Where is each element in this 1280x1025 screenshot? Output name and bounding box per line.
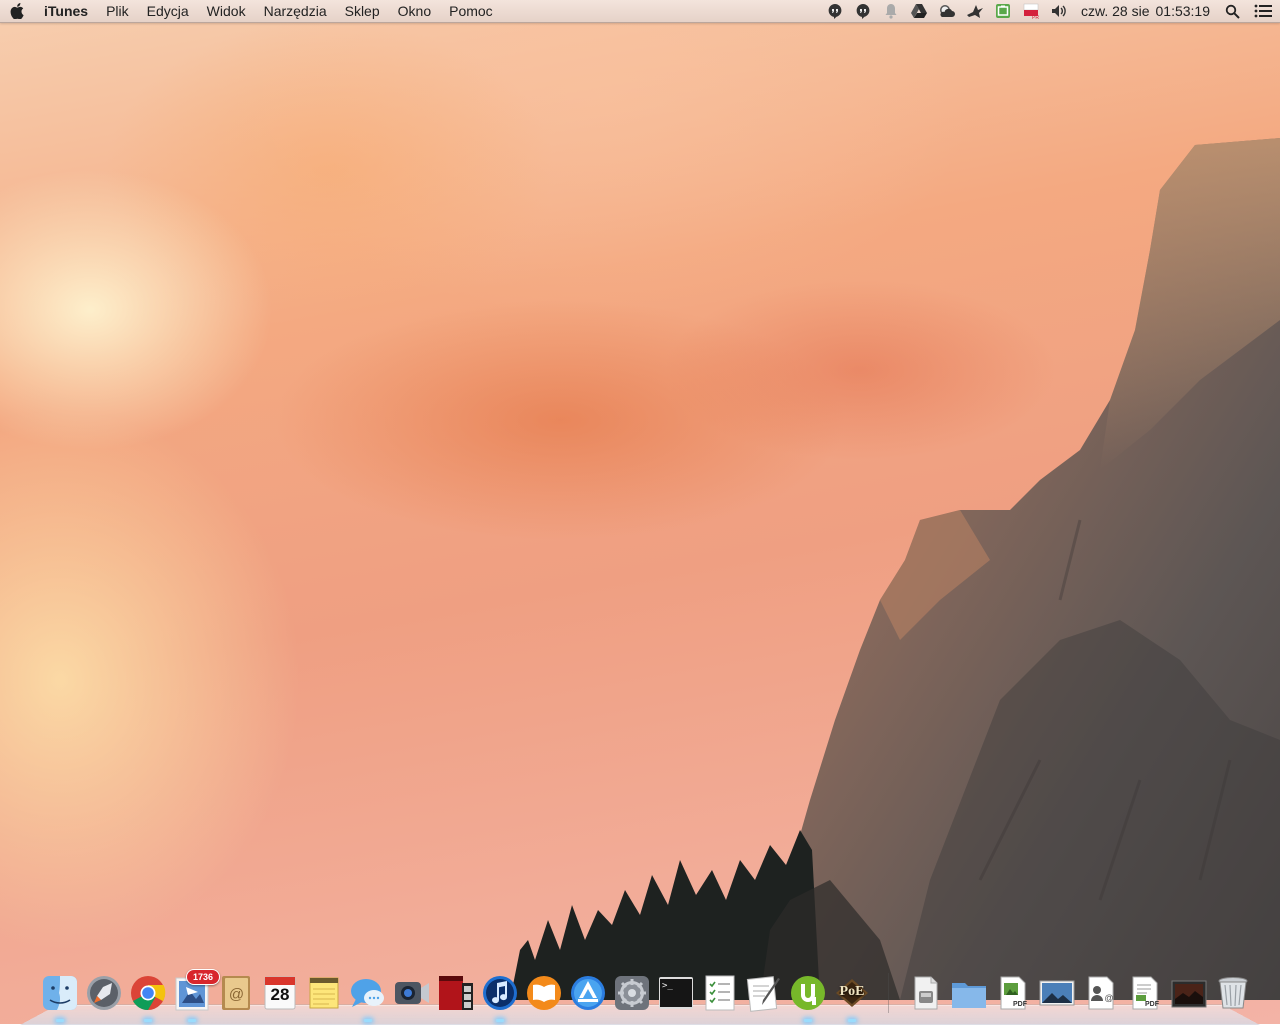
dock-photo-booth[interactable]: [436, 973, 476, 1013]
apple-menu-icon[interactable]: [0, 0, 34, 22]
dock-stack-contact-card[interactable]: @: [1081, 973, 1121, 1013]
chrome-icon: [131, 976, 166, 1010]
notification-center-list-icon[interactable]: [1246, 0, 1280, 22]
dock-finder[interactable]: [40, 973, 80, 1022]
book-icon: [527, 976, 561, 1010]
camera-icon: [395, 982, 429, 1004]
google-drive-icon[interactable]: [905, 0, 933, 22]
running-indicator: [144, 1019, 152, 1022]
running-indicator: [496, 1019, 504, 1022]
running-indicator: [56, 1019, 64, 1022]
terminal-prompt: >_: [662, 981, 673, 991]
dock-path-of-exile[interactable]: PoE: [832, 973, 872, 1022]
menu-edycja[interactable]: Edycja: [138, 0, 198, 22]
dock-reminders[interactable]: [700, 973, 740, 1013]
running-indicator: [804, 1019, 812, 1022]
running-indicator: [188, 1019, 196, 1022]
menu-extras: PRO czw. 28 sie 01:53:19: [821, 0, 1280, 22]
weather-icon[interactable]: [933, 0, 961, 22]
notes-icon: [309, 977, 339, 1009]
hangouts-icon[interactable]: [821, 0, 849, 22]
dock-stack-picture[interactable]: [1037, 973, 1077, 1013]
screenshot-icon: [1171, 980, 1207, 1008]
dock-facetime[interactable]: [392, 973, 432, 1013]
svg-text:@: @: [229, 986, 244, 1003]
dock-messages[interactable]: [348, 973, 388, 1022]
menu-bar: iTunes Plik Edycja Widok Narzędzia Sklep…: [0, 0, 1280, 23]
dock-utorrent[interactable]: [788, 973, 828, 1022]
notification-bell-icon[interactable]: [877, 0, 905, 22]
dock-stack-folder[interactable]: [949, 973, 989, 1013]
svg-text:PRO: PRO: [1032, 15, 1039, 19]
dock-textedit[interactable]: [744, 973, 784, 1013]
utorrent-icon: [791, 976, 825, 1010]
app-store-icon: [571, 976, 605, 1010]
speech-bubble-icon: [351, 979, 384, 1007]
photo-booth-icon: [439, 976, 473, 1010]
running-indicator: [364, 1019, 372, 1022]
dock-contacts[interactable]: @: [216, 973, 256, 1013]
picture-icon: [1039, 980, 1075, 1006]
battery-app-icon[interactable]: [989, 0, 1017, 22]
address-book-icon: @: [222, 976, 250, 1010]
bird-icon[interactable]: [961, 0, 989, 22]
dock-notes[interactable]: [304, 973, 344, 1013]
pdf-tag: PDF: [1013, 1001, 1027, 1008]
gear-icon: [615, 976, 649, 1010]
hangouts-icon[interactable]: [849, 0, 877, 22]
volume-icon[interactable]: [1045, 0, 1073, 22]
polish-flag-pro-icon[interactable]: PRO: [1017, 0, 1045, 22]
menu-left: iTunes Plik Edycja Widok Narzędzia Sklep…: [0, 0, 502, 22]
dock-itunes[interactable]: [480, 973, 520, 1022]
running-indicator: [848, 1019, 856, 1022]
pen-paper-icon: [746, 976, 780, 1012]
poe-label: PoE: [839, 984, 865, 999]
dock-stack-pdf-2[interactable]: PDF: [1125, 973, 1165, 1013]
menu-pomoc[interactable]: Pomoc: [440, 0, 502, 22]
svg-text:@: @: [1104, 993, 1113, 1003]
menu-app-name[interactable]: iTunes: [34, 0, 97, 22]
menu-widok[interactable]: Widok: [198, 0, 255, 22]
contact-card-icon: @: [1088, 976, 1114, 1010]
yosemite-cliff-wallpaper-art: [510, 138, 1280, 1000]
spotlight-magnifier-icon[interactable]: [1218, 0, 1246, 22]
dock-launchpad[interactable]: [84, 973, 124, 1013]
dock-stack-drive[interactable]: [905, 973, 945, 1013]
pdf-tag: PDF: [1145, 1001, 1159, 1008]
menu-plik[interactable]: Plik: [97, 0, 138, 22]
checklist-icon: [705, 975, 735, 1011]
trash-icon: [1218, 977, 1248, 1009]
music-note-icon: [483, 976, 517, 1010]
dock-terminal[interactable]: >_: [656, 973, 696, 1013]
dock-stack-pdf[interactable]: PDF: [993, 973, 1033, 1013]
dock-trash[interactable]: [1213, 973, 1253, 1013]
calendar-day-number: 28: [270, 985, 290, 1004]
dock-system-preferences[interactable]: [612, 973, 652, 1013]
clock-time: 01:53:19: [1155, 3, 1211, 19]
menu-okno[interactable]: Okno: [389, 0, 440, 22]
dock-stack-screenshot[interactable]: [1169, 973, 1209, 1013]
mail-unread-badge: 1736: [186, 969, 220, 985]
drive-icon: [914, 976, 938, 1010]
dock: 1736 @ 28 >_ PoE PDF @ PDF: [40, 969, 1253, 1022]
dock-ibooks[interactable]: [524, 973, 564, 1013]
finder-icon: [43, 976, 77, 1010]
dock-app-store[interactable]: [568, 973, 608, 1013]
dock-chrome[interactable]: [128, 973, 168, 1022]
terminal-icon: [659, 977, 693, 1009]
menu-sklep[interactable]: Sklep: [336, 0, 389, 22]
dock-separator: [888, 973, 889, 1013]
dock-calendar[interactable]: 28: [260, 973, 300, 1013]
clock-date: czw. 28 sie: [1081, 3, 1150, 19]
rocket-icon: [87, 976, 121, 1010]
menu-clock[interactable]: czw. 28 sie 01:53:19: [1073, 0, 1218, 22]
menu-narzedzia[interactable]: Narzędzia: [255, 0, 336, 22]
folder-icon: [952, 983, 986, 1008]
dock-mail[interactable]: 1736: [172, 969, 220, 1022]
